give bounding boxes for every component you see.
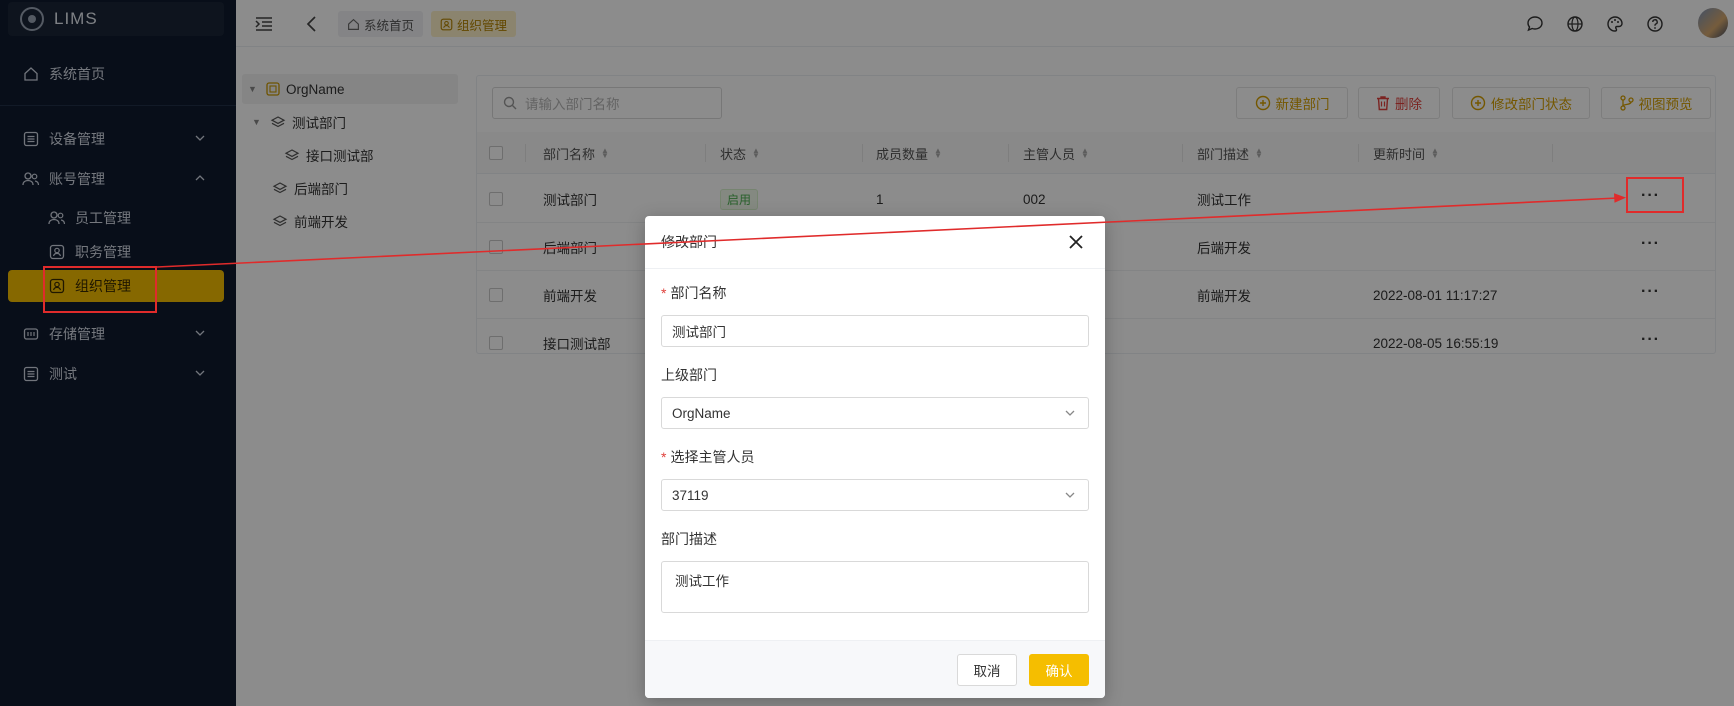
cancel-button[interactable]: 取消: [957, 654, 1017, 686]
parent-dept-label: 上级部门: [661, 367, 717, 383]
edit-department-dialog: 修改部门 * 部门名称 测试部门 上级部门 OrgName * 选择主管人员 371…: [645, 216, 1105, 698]
dialog-footer: 取消 确认: [645, 640, 1105, 698]
parent-dept-select[interactable]: OrgName: [661, 397, 1089, 429]
manager-label: * 选择主管人员: [661, 449, 755, 465]
chevron-down-icon: [1065, 492, 1075, 498]
select-value: 37119: [672, 487, 709, 503]
dept-desc-label: 部门描述: [661, 531, 717, 547]
dept-desc-textarea[interactable]: 测试工作: [661, 561, 1089, 613]
chevron-down-icon: [1065, 410, 1075, 416]
select-value: OrgName: [672, 405, 731, 421]
dialog-header: 修改部门: [645, 216, 1105, 269]
annotation-box-sidebar: [43, 266, 157, 313]
dept-name-input[interactable]: 测试部门: [661, 315, 1089, 347]
dialog-title: 修改部门: [661, 234, 717, 250]
dept-name-label: * 部门名称: [661, 285, 727, 301]
close-icon[interactable]: [1067, 233, 1085, 251]
manager-select[interactable]: 37119: [661, 479, 1089, 511]
confirm-button[interactable]: 确认: [1029, 654, 1089, 686]
annotation-box-more: [1626, 177, 1684, 213]
